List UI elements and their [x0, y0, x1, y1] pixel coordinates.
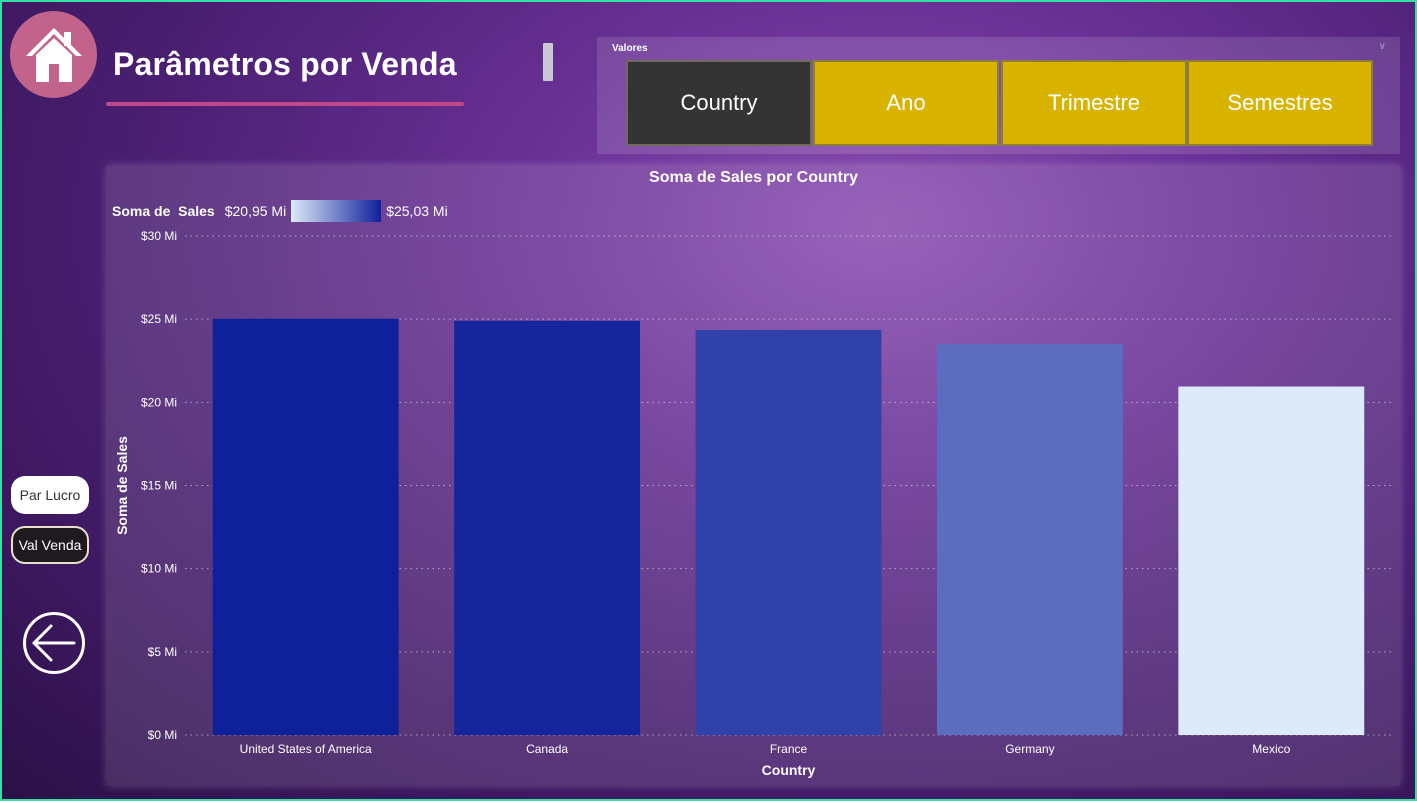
page-title: Parâmetros por Venda [113, 46, 457, 82]
y-tick-label: $20 Mi [141, 395, 177, 409]
bar-germany[interactable] [936, 344, 1123, 735]
x-tick-label: United States of America [240, 742, 372, 756]
y-tick-label: $10 Mi [141, 562, 177, 576]
y-tick-label: $5 Mi [148, 645, 177, 659]
legend-gradient [291, 200, 382, 222]
chart-panel: $0 Mi $5 Mi $10 Mi $15 Mi $20 Mi $25 Mi $30 Mi… [107, 166, 1400, 785]
legend-max-label: $25,03 Mi [386, 203, 448, 219]
color-legend: Soma de Sales $20,95 Mi $25,03 Mi [112, 200, 448, 222]
home-icon [25, 27, 82, 82]
slicer-option-ano[interactable]: Ano [813, 60, 999, 146]
chevron-down-icon[interactable]: ∨ [1379, 41, 1386, 52]
chart-title: Soma de Sales por Country [649, 169, 858, 186]
slicer-option-semestres[interactable]: Semestres [1187, 60, 1373, 146]
sales-value-button[interactable]: Val Venda [11, 526, 89, 564]
scroll-handle[interactable] [543, 43, 553, 81]
x-tick-label: Canada [526, 742, 568, 756]
legend-title: Soma de Sales [112, 203, 215, 219]
y-tick-label: $30 Mi [141, 229, 177, 243]
arrow-left-circle-icon[interactable] [22, 611, 86, 675]
home-button[interactable] [10, 11, 97, 98]
y-tick-label: $25 Mi [141, 312, 177, 326]
y-axis-title: Soma de Sales [114, 436, 130, 535]
y-tick-label: $0 Mi [148, 728, 177, 742]
title-underline [106, 102, 464, 106]
legend-min-label: $20,95 Mi [224, 203, 287, 219]
x-tick-label: Mexico [1252, 742, 1290, 756]
bar-canada[interactable] [454, 320, 641, 735]
bar-chart[interactable]: $0 Mi $5 Mi $10 Mi $15 Mi $20 Mi $25 Mi $30 Mi… [107, 166, 1400, 785]
slicer-option-country[interactable]: Country [626, 60, 812, 146]
x-axis-title: Country [762, 762, 816, 778]
bar-france[interactable] [695, 329, 882, 735]
slicer-title: Valores [612, 43, 648, 54]
values-slicer: Valores ∨ Country Ano Trimestre Semestre… [597, 37, 1400, 154]
bar-mexico[interactable] [1178, 386, 1365, 735]
profit-parameter-button[interactable]: Par Lucro [11, 476, 89, 514]
y-tick-label: $15 Mi [141, 479, 177, 493]
x-tick-label: Germany [1005, 742, 1054, 756]
x-tick-label: France [770, 742, 808, 756]
slicer-option-trimestre[interactable]: Trimestre [1001, 60, 1187, 146]
bar-united-states-of-america[interactable] [212, 318, 399, 735]
